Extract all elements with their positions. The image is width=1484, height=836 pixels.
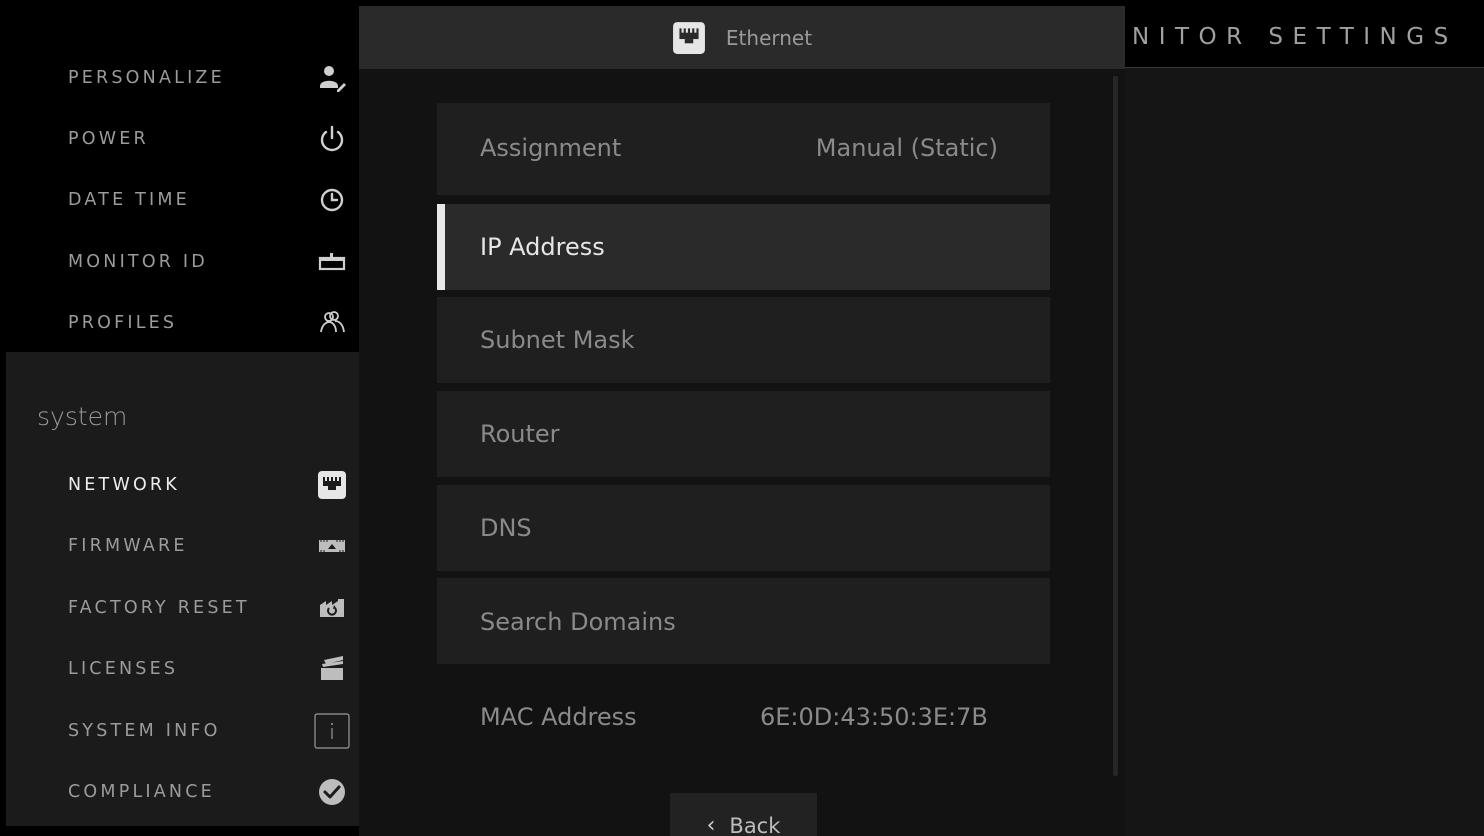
sidebar-item-power[interactable]: POWER [6, 111, 359, 167]
monitor-settings-panel: NITOR SETTINGS [1125, 6, 1484, 836]
sidebar-item-label: NETWORK [68, 475, 180, 495]
selection-indicator [437, 204, 445, 290]
ethernet-panel: Ethernet Assignment Manual (Static) IP A… [359, 6, 1125, 836]
setting-row-search-domains[interactable]: Search Domains [437, 578, 1050, 664]
setting-label: IP Address [480, 233, 605, 261]
sidebar-item-label: FIRMWARE [68, 536, 188, 556]
ethernet-icon [314, 467, 350, 503]
panel-header: Ethernet [359, 6, 1125, 69]
chevron-left-icon: ‹ [706, 813, 716, 836]
factory-reset-icon [314, 590, 350, 626]
setting-label: Assignment [480, 134, 622, 162]
sidebar-item-label: SYSTEM INFO [68, 721, 221, 741]
monitor-settings-title: NITOR SETTINGS [1132, 24, 1458, 50]
firmware-icon [314, 528, 350, 564]
header-divider [1125, 67, 1484, 68]
setting-row-router[interactable]: Router [437, 391, 1050, 477]
person-edit-icon [314, 60, 350, 96]
setting-label: DNS [480, 514, 532, 542]
power-icon [314, 121, 350, 157]
sidebar-item-licenses[interactable]: LICENSES [6, 641, 359, 697]
sidebar-item-network[interactable]: NETWORK [6, 457, 359, 513]
sidebar-item-system-info[interactable]: SYSTEM INFO [6, 703, 359, 759]
setting-row-subnet-mask[interactable]: Subnet Mask [437, 297, 1050, 383]
clock-icon [314, 182, 350, 218]
scrollbar[interactable] [1113, 76, 1118, 776]
sidebar-item-personalize[interactable]: PERSONALIZE [6, 50, 359, 106]
sidebar-item-label: POWER [68, 129, 149, 149]
info-icon [314, 713, 350, 749]
sidebar-item-factory-reset[interactable]: FACTORY RESET [6, 580, 359, 636]
setting-row-dns[interactable]: DNS [437, 485, 1050, 571]
sidebar-item-firmware[interactable]: FIRMWARE [6, 518, 359, 574]
sidebar-item-monitor-id[interactable]: MONITOR ID [6, 234, 359, 290]
sidebar-item-label: LICENSES [68, 659, 179, 679]
profiles-icon [314, 305, 350, 341]
sidebar-top-section: PERSONALIZE POWER DATE TIME MONITOR ID P… [6, 6, 359, 352]
setting-value: Manual (Static) [815, 134, 998, 162]
sidebar-item-label: PROFILES [68, 313, 178, 333]
monitor-id-icon [314, 244, 350, 280]
settings-sidebar: PERSONALIZE POWER DATE TIME MONITOR ID P… [6, 6, 359, 836]
section-title-system: system [37, 402, 128, 431]
ethernet-icon [672, 21, 706, 55]
setting-label: Router [480, 420, 560, 448]
sidebar-item-profiles[interactable]: PROFILES [6, 295, 359, 351]
check-circle-icon [314, 774, 350, 810]
sidebar-item-label: MONITOR ID [68, 252, 208, 272]
sidebar-item-label: DATE TIME [68, 190, 190, 210]
sidebar-item-label: COMPLIANCE [68, 782, 215, 802]
back-button-label: Back [729, 814, 781, 836]
setting-label: MAC Address [480, 703, 637, 731]
setting-row-assignment[interactable]: Assignment Manual (Static) [437, 103, 1050, 195]
sidebar-item-label: FACTORY RESET [68, 598, 250, 618]
back-button[interactable]: ‹ Back [670, 793, 817, 836]
licenses-icon [314, 651, 350, 687]
setting-row-ip-address[interactable]: IP Address [437, 204, 1050, 290]
setting-label: Search Domains [480, 608, 676, 636]
sidebar-item-label: PERSONALIZE [68, 68, 225, 88]
sidebar-item-compliance[interactable]: COMPLIANCE [6, 764, 359, 820]
panel-title: Ethernet [725, 25, 813, 50]
monitor-settings-header: NITOR SETTINGS [1125, 6, 1484, 68]
setting-row-mac-address: MAC Address 6E:0D:43:50:3E:7B [437, 672, 1050, 758]
mac-address-value: 6E:0D:43:50:3E:7B [760, 703, 988, 731]
sidebar-item-date-time[interactable]: DATE TIME [6, 172, 359, 228]
setting-label: Subnet Mask [480, 326, 635, 354]
